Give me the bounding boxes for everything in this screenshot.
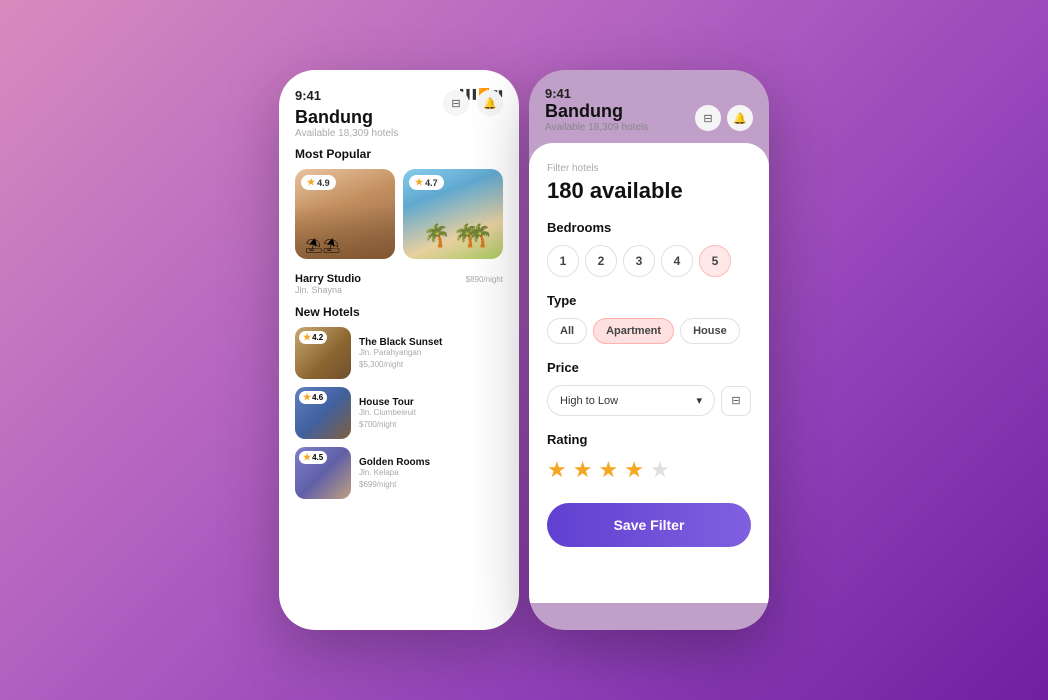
price-selected-value: High to Low — [560, 395, 618, 407]
hotel3-name: Golden Rooms — [359, 457, 503, 468]
phone2-bell-icon[interactable]: 🔔 — [727, 105, 753, 131]
hotel1-street: Jln. Parahyangan — [359, 348, 503, 357]
phone1-time: 9:41 — [295, 88, 321, 103]
price-filter-adjust-icon[interactable]: ⊟ — [721, 386, 751, 416]
phone2-city: Bandung — [545, 101, 648, 122]
popular-cards: ⛱⛱ ★ 4.9 🌴 🌴 🌴 ★ 4.7 — [295, 169, 503, 259]
bedroom-pill-1[interactable]: 1 — [547, 245, 579, 277]
phone2-time: 9:41 — [545, 86, 648, 101]
rating-label: Rating — [547, 432, 751, 447]
filter-icon[interactable]: ⊟ — [443, 90, 469, 116]
phone2-header-icons: ⊟ 🔔 — [695, 105, 753, 131]
hotel3-info: Golden Rooms Jln. Kelapa $699/night — [359, 457, 503, 490]
card1-rating-badge: ★ 4.9 — [301, 175, 336, 190]
featured-hotel-price: $890/night — [466, 273, 503, 285]
chevron-down-icon: ▾ — [696, 394, 702, 407]
bedrooms-label: Bedrooms — [547, 220, 751, 235]
hotel-thumb-1: ★ 4.2 — [295, 327, 351, 379]
hotel2-star: ★ — [303, 392, 311, 403]
most-popular-label: Most Popular — [295, 147, 503, 161]
price-label: Price — [547, 360, 751, 375]
type-label: Type — [547, 293, 751, 308]
hotel3-street: Jln. Kelapa — [359, 468, 503, 477]
phone1-frame: 9:41 ▐▐▐ 📶 ▮▮ Bandung Available 18,309 h… — [279, 70, 519, 630]
card2-rating-badge: ★ 4.7 — [409, 175, 444, 190]
palm3-icon: 🌴 — [466, 223, 493, 249]
phone2-filter-icon[interactable]: ⊟ — [695, 105, 721, 131]
hotel3-rating: 4.5 — [312, 453, 323, 462]
palm1-icon: 🌴 — [423, 223, 450, 249]
bell-icon[interactable]: 🔔 — [477, 90, 503, 116]
bedroom-pills: 1 2 3 4 5 — [547, 245, 751, 277]
type-apartment[interactable]: Apartment — [593, 318, 674, 344]
phone1-header-icons: ⊟ 🔔 — [443, 90, 503, 116]
popular-card-1[interactable]: ⛱⛱ ★ 4.9 — [295, 169, 395, 259]
hotel3-rating-badge: ★ 4.5 — [299, 451, 327, 464]
hotel1-price: $5,300/night — [359, 359, 503, 370]
save-filter-button[interactable]: Save Filter — [547, 503, 751, 547]
featured-hotel-info: Harry Studio Jln. Shayna $890/night — [295, 273, 503, 295]
phone2-background: 9:41 Bandung Available 18,309 hotels ⊟ 🔔… — [529, 70, 769, 630]
hotel3-star: ★ — [303, 452, 311, 463]
featured-hotel-name: Harry Studio — [295, 273, 361, 285]
hotel-umbrellas-decoration: ⛱⛱ — [305, 237, 341, 254]
hotel2-rating: 4.6 — [312, 393, 323, 402]
filter-sheet: Filter hotels 180 available Bedrooms 1 2… — [529, 143, 769, 603]
price-row: High to Low ▾ ⊟ — [547, 385, 751, 416]
rating-stars: ★ ★ ★ ★ ★ — [547, 457, 751, 483]
hotel1-name: The Black Sunset — [359, 337, 503, 348]
bedroom-pill-3[interactable]: 3 — [623, 245, 655, 277]
hotel-thumb-3: ★ 4.5 — [295, 447, 351, 499]
price-dropdown[interactable]: High to Low ▾ — [547, 385, 715, 416]
phone2-header: 9:41 Bandung Available 18,309 hotels ⊟ 🔔 — [529, 70, 769, 143]
new-hotels-label: New Hotels — [295, 305, 503, 319]
bedroom-pill-4[interactable]: 4 — [661, 245, 693, 277]
phone2-available: Available 18,309 hotels — [545, 122, 648, 133]
card1-star-icon: ★ — [307, 177, 315, 188]
hotel1-rating: 4.2 — [312, 333, 323, 342]
card2-star-icon: ★ — [415, 177, 423, 188]
star-2[interactable]: ★ — [573, 457, 593, 483]
phone1-available: Available 18,309 hotels — [295, 128, 503, 139]
phone2-header-left: 9:41 Bandung Available 18,309 hotels — [545, 86, 648, 133]
star-4[interactable]: ★ — [624, 457, 644, 483]
hotel-thumb-2: ★ 4.6 — [295, 387, 351, 439]
card2-rating-value: 4.7 — [425, 178, 438, 188]
hotel1-info: The Black Sunset Jln. Parahyangan $5,300… — [359, 337, 503, 370]
star-1[interactable]: ★ — [547, 457, 567, 483]
star-3[interactable]: ★ — [598, 457, 618, 483]
hotel2-price: $700/night — [359, 419, 503, 430]
card1-rating-value: 4.9 — [317, 178, 330, 188]
hotel2-info: House Tour Jln. Ciumbeleuit $700/night — [359, 397, 503, 430]
popular-card-2[interactable]: 🌴 🌴 🌴 ★ 4.7 — [403, 169, 503, 259]
phone2-frame: 9:41 Bandung Available 18,309 hotels ⊟ 🔔… — [529, 70, 769, 630]
bedroom-pill-2[interactable]: 2 — [585, 245, 617, 277]
type-pills: All Apartment House — [547, 318, 751, 344]
hotel2-name: House Tour — [359, 397, 503, 408]
featured-hotel-name-block: Harry Studio Jln. Shayna — [295, 273, 361, 295]
star-5[interactable]: ★ — [650, 457, 670, 483]
list-item[interactable]: ★ 4.6 House Tour Jln. Ciumbeleuit $700/n… — [295, 387, 503, 439]
hotel2-street: Jln. Ciumbeleuit — [359, 408, 503, 417]
new-hotels-list: ★ 4.2 The Black Sunset Jln. Parahyangan … — [295, 327, 503, 499]
list-item[interactable]: ★ 4.2 The Black Sunset Jln. Parahyangan … — [295, 327, 503, 379]
hotel2-rating-badge: ★ 4.6 — [299, 391, 327, 404]
hotel1-rating-badge: ★ 4.2 — [299, 331, 327, 344]
filter-count: 180 available — [547, 178, 751, 204]
hotel1-star: ★ — [303, 332, 311, 343]
list-item[interactable]: ★ 4.5 Golden Rooms Jln. Kelapa $699/nigh… — [295, 447, 503, 499]
featured-hotel-street: Jln. Shayna — [295, 285, 361, 295]
filter-label: Filter hotels — [547, 163, 751, 174]
type-house[interactable]: House — [680, 318, 740, 344]
type-all[interactable]: All — [547, 318, 587, 344]
bedroom-pill-5[interactable]: 5 — [699, 245, 731, 277]
hotel3-price: $699/night — [359, 479, 503, 490]
